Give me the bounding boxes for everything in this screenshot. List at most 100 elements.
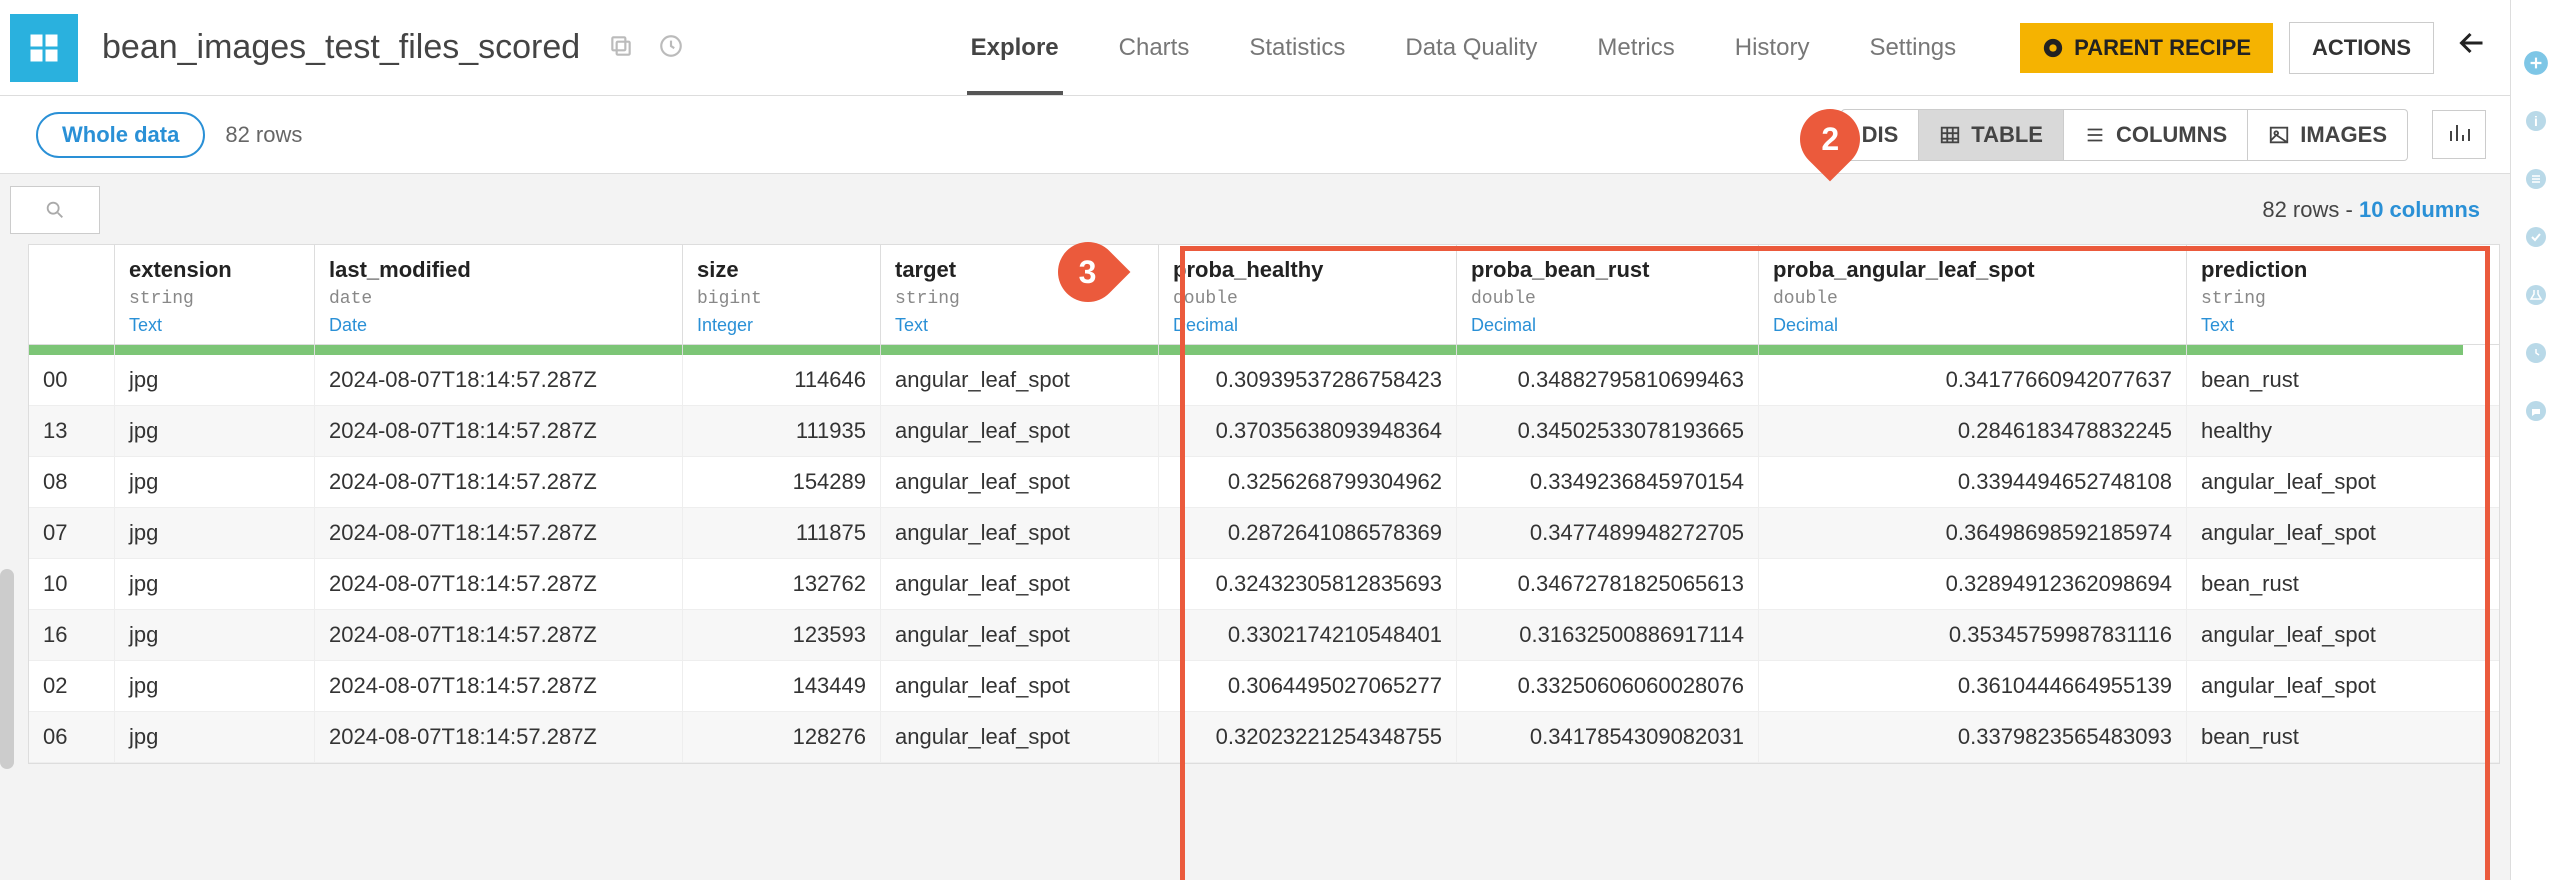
cell-extension: jpg [115, 610, 315, 660]
meta-cols[interactable]: 10 columns [2359, 197, 2480, 222]
cell-proba-bean-rust: 0.3477489948272705 [1457, 508, 1759, 558]
cell-proba-healthy: 0.3302174210548401 [1159, 610, 1457, 660]
cell-last-modified: 2024-08-07T18:14:57.287Z [315, 610, 683, 660]
cell-last-modified: 2024-08-07T18:14:57.287Z [315, 661, 683, 711]
tab-explore[interactable]: Explore [967, 0, 1063, 95]
cell-target: angular_leaf_spot [881, 610, 1159, 660]
cell-extension: jpg [115, 457, 315, 507]
tab-metrics[interactable]: Metrics [1593, 0, 1678, 95]
cell-extension: jpg [115, 406, 315, 456]
cell-size: 111875 [683, 508, 881, 558]
grid-header: extension string Text last_modified date… [29, 245, 2499, 345]
tab-data-quality[interactable]: Data Quality [1401, 0, 1541, 95]
tab-charts[interactable]: Charts [1115, 0, 1194, 95]
search-input[interactable] [10, 186, 100, 234]
cell-last-modified: 2024-08-07T18:14:57.287Z [315, 355, 683, 405]
col-header-proba-bean-rust[interactable]: proba_bean_rust double Decimal [1457, 245, 1759, 344]
whole-data-chip[interactable]: Whole data [36, 112, 205, 158]
scrollbar-handle[interactable] [0, 569, 14, 769]
actions-button[interactable]: ACTIONS [2289, 22, 2434, 74]
cell-size: 123593 [683, 610, 881, 660]
col-header-extension[interactable]: extension string Text [115, 245, 315, 344]
cell-id: 06 [29, 712, 115, 762]
cell-proba-bean-rust: 0.31632500886917114 [1457, 610, 1759, 660]
columns-view-button[interactable]: COLUMNS [2064, 109, 2248, 161]
copy-icon[interactable] [608, 33, 634, 62]
cell-target: angular_leaf_spot [881, 457, 1159, 507]
cell-proba-angular-leaf-spot: 0.36498698592185974 [1759, 508, 2187, 558]
tab-history[interactable]: History [1731, 0, 1814, 95]
table-row[interactable]: 07jpg2024-08-07T18:14:57.287Z111875angul… [29, 508, 2499, 559]
cell-target: angular_leaf_spot [881, 661, 1159, 711]
cell-last-modified: 2024-08-07T18:14:57.287Z [315, 712, 683, 762]
table-row[interactable]: 08jpg2024-08-07T18:14:57.287Z154289angul… [29, 457, 2499, 508]
cell-proba-bean-rust: 0.34502533078193665 [1457, 406, 1759, 456]
parent-recipe-label: PARENT RECIPE [2074, 35, 2251, 61]
table-view-button[interactable]: TABLE [1918, 109, 2064, 161]
cell-size: 143449 [683, 661, 881, 711]
cell-prediction: bean_rust [2187, 712, 2463, 762]
cell-proba-bean-rust: 0.34672781825065613 [1457, 559, 1759, 609]
col-header-size[interactable]: size bigint Integer [683, 245, 881, 344]
cell-prediction: angular_leaf_spot [2187, 610, 2463, 660]
cell-extension: jpg [115, 559, 315, 609]
cell-proba-healthy: 0.3256268799304962 [1159, 457, 1457, 507]
col-header-proba-healthy[interactable]: proba_healthy double Decimal [1159, 245, 1457, 344]
columns-view-label: COLUMNS [2116, 122, 2227, 148]
cell-target: angular_leaf_spot [881, 406, 1159, 456]
col-header-proba-angular-leaf-spot[interactable]: proba_angular_leaf_spot double Decimal [1759, 245, 2187, 344]
cell-extension: jpg [115, 508, 315, 558]
cell-last-modified: 2024-08-07T18:14:57.287Z [315, 559, 683, 609]
table-row[interactable]: 02jpg2024-08-07T18:14:57.287Z143449angul… [29, 661, 2499, 712]
check-icon[interactable] [2523, 224, 2549, 250]
back-arrow-icon[interactable] [2454, 25, 2490, 70]
cell-id: 16 [29, 610, 115, 660]
cell-id: 07 [29, 508, 115, 558]
cell-prediction: angular_leaf_spot [2187, 457, 2463, 507]
cell-size: 132762 [683, 559, 881, 609]
chart-toggle-button[interactable] [2432, 110, 2486, 159]
cell-last-modified: 2024-08-07T18:14:57.287Z [315, 406, 683, 456]
svg-text:i: i [2534, 113, 2538, 129]
col-header-rowid[interactable] [29, 245, 115, 344]
table-row[interactable]: 06jpg2024-08-07T18:14:57.287Z128276angul… [29, 712, 2499, 763]
col-header-last-modified[interactable]: last_modified date Date [315, 245, 683, 344]
dataset-name: bean_images_test_files_scored [102, 28, 580, 67]
cell-proba-healthy: 0.32023221254348755 [1159, 712, 1457, 762]
info-icon[interactable]: i [2523, 108, 2549, 134]
table-row[interactable]: 16jpg2024-08-07T18:14:57.287Z123593angul… [29, 610, 2499, 661]
cell-size: 154289 [683, 457, 881, 507]
cell-proba-angular-leaf-spot: 0.2846183478832245 [1759, 406, 2187, 456]
cell-proba-bean-rust: 0.34882795810699463 [1457, 355, 1759, 405]
cell-id: 08 [29, 457, 115, 507]
parent-recipe-button[interactable]: PARENT RECIPE [2020, 23, 2273, 73]
cell-id: 00 [29, 355, 115, 405]
cell-target: angular_leaf_spot [881, 559, 1159, 609]
history-icon[interactable] [2523, 340, 2549, 366]
tab-settings[interactable]: Settings [1865, 0, 1960, 95]
table-row[interactable]: 13jpg2024-08-07T18:14:57.287Z111935angul… [29, 406, 2499, 457]
nav-tabs: Explore Charts Statistics Data Quality M… [967, 0, 1961, 95]
discuss-icon[interactable] [2523, 398, 2549, 424]
row-count-label: 82 rows [225, 122, 302, 148]
cell-last-modified: 2024-08-07T18:14:57.287Z [315, 457, 683, 507]
cell-extension: jpg [115, 355, 315, 405]
topbar: bean_images_test_files_scored Explore Ch… [0, 0, 2510, 96]
annotation-marker-2: 2 [1800, 109, 1860, 169]
refresh-icon[interactable] [658, 33, 684, 62]
table-row[interactable]: 10jpg2024-08-07T18:14:57.287Z132762angul… [29, 559, 2499, 610]
cell-prediction: healthy [2187, 406, 2463, 456]
cell-size: 128276 [683, 712, 881, 762]
cell-target: angular_leaf_spot [881, 355, 1159, 405]
add-icon[interactable] [2523, 50, 2549, 76]
cell-proba-healthy: 0.37035638093948364 [1159, 406, 1457, 456]
table-meta: 82 rows - 10 columns [2262, 197, 2480, 223]
lab-icon[interactable] [2523, 282, 2549, 308]
list-icon[interactable] [2523, 166, 2549, 192]
table-row[interactable]: 00jpg2024-08-07T18:14:57.287Z114646angul… [29, 355, 2499, 406]
cell-proba-angular-leaf-spot: 0.3610444664955139 [1759, 661, 2187, 711]
tab-statistics[interactable]: Statistics [1245, 0, 1349, 95]
images-view-button[interactable]: IMAGES [2248, 109, 2408, 161]
col-header-prediction[interactable]: prediction string Text [2187, 245, 2463, 344]
cell-proba-bean-rust: 0.33250606060028076 [1457, 661, 1759, 711]
